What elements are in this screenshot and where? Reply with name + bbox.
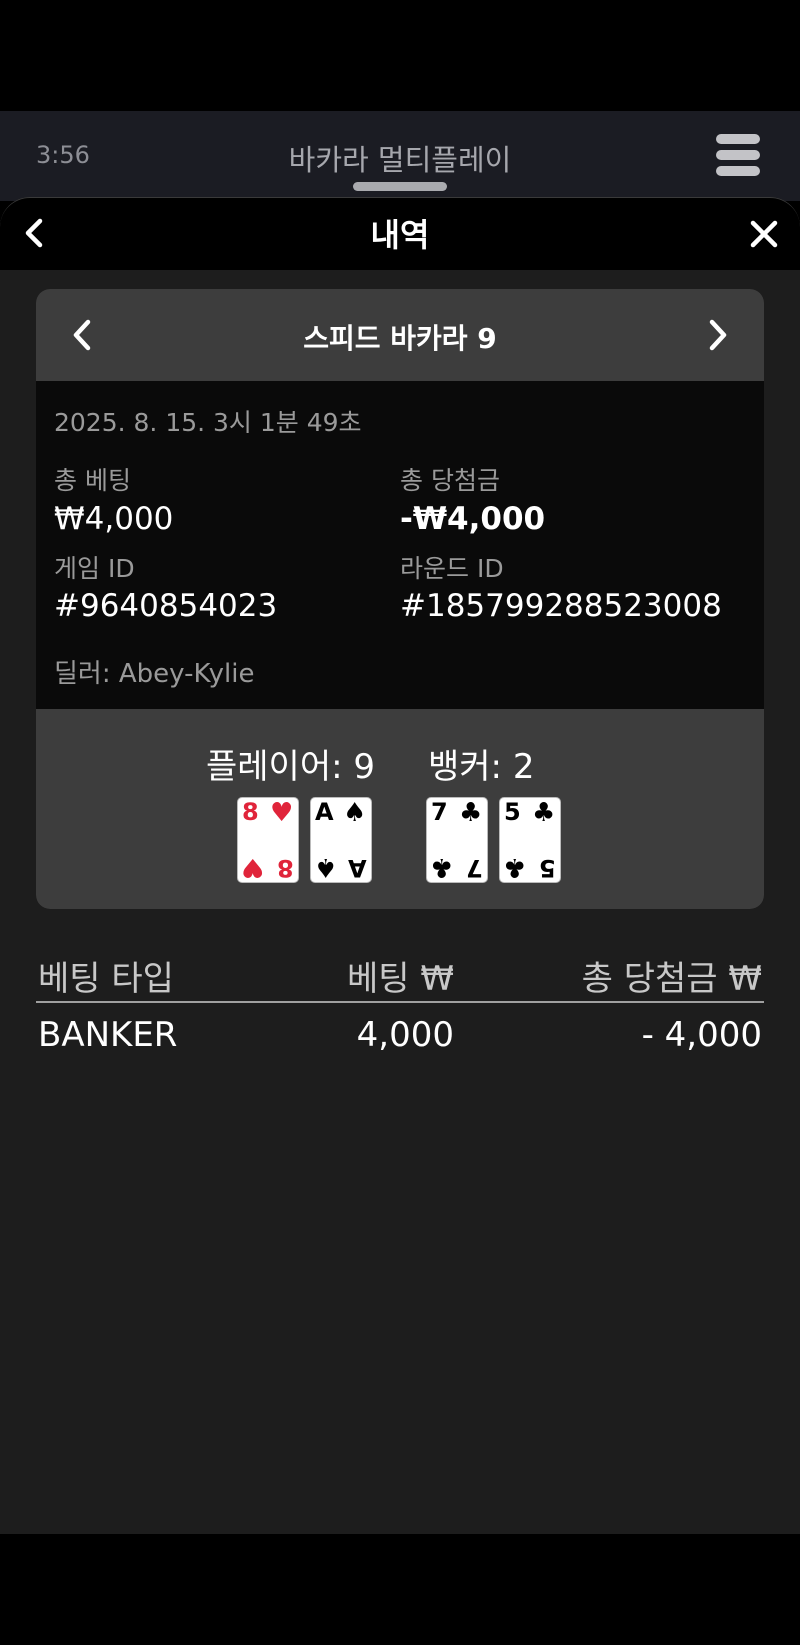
spade-icon: ♠	[314, 852, 338, 882]
close-button[interactable]	[746, 216, 782, 252]
card-rank: A	[315, 798, 334, 826]
status-bar-area	[0, 0, 800, 111]
table-row: BANKER 4,000 - 4,000	[36, 1003, 764, 1067]
card-rank: 7	[466, 854, 483, 882]
hamburger-menu-icon[interactable]	[716, 134, 760, 176]
total-win-label: 총 당첨금	[400, 466, 500, 495]
bets-table: 베팅 타입 베팅 ₩ 총 당첨금 ₩ BANKER 4,000 - 4,000	[36, 947, 764, 1067]
club-icon: ♣	[532, 798, 556, 828]
close-icon	[750, 220, 778, 248]
banker-card-1: 7 ♣ ♣ 7	[426, 797, 488, 883]
total-bet-value: ₩4,000	[54, 501, 174, 537]
heart-icon: ♥	[241, 852, 265, 882]
heart-icon: ♥	[270, 798, 294, 828]
column-header-bet-amount: 베팅 ₩	[347, 959, 454, 999]
app-header: 3:56 바카라 멀티플레이	[0, 111, 800, 201]
card-rank: 5	[539, 854, 556, 882]
total-win-value: -₩4,000	[400, 501, 546, 537]
sheet-header: 내역	[0, 197, 800, 270]
club-icon: ♣	[430, 852, 454, 882]
round-id-label: 라운드 ID	[400, 554, 504, 583]
column-header-total-win: 총 당첨금 ₩	[581, 959, 762, 999]
card-rank: A	[348, 854, 367, 882]
player-card-2: A ♠ ♠ A	[310, 797, 372, 883]
bet-type-cell: BANKER	[38, 1015, 178, 1055]
round-datetime: 2025. 8. 15. 3시 1분 49초	[54, 408, 362, 437]
banker-score: 뱅커: 2	[428, 747, 535, 787]
round-info: 2025. 8. 15. 3시 1분 49초 총 베팅 ₩4,000 총 당첨금…	[36, 381, 764, 709]
bet-amount-cell: 4,000	[356, 1015, 454, 1055]
sheet-drag-handle[interactable]	[353, 182, 447, 191]
total-win-cell: - 4,000	[641, 1015, 762, 1055]
navigation-bar-area	[0, 1534, 800, 1645]
round-id-value: #185799288523008	[400, 588, 722, 624]
column-header-bet-type: 베팅 타입	[38, 959, 174, 999]
card-rank: 8	[277, 854, 294, 882]
history-sheet: 내역 스피드 바카라 9 2025. 8. 15. 3시 1분 49초 총 베팅…	[0, 197, 800, 1534]
card-rank: 5	[504, 798, 521, 826]
spade-icon: ♠	[343, 798, 367, 828]
card-rank: 7	[431, 798, 448, 826]
card-rank: 8	[242, 798, 259, 826]
next-round-button[interactable]	[700, 317, 734, 353]
game-name: 스피드 바카라 9	[303, 322, 497, 355]
round-detail-card: 스피드 바카라 9 2025. 8. 15. 3시 1분 49초 총 베팅 ₩4…	[36, 289, 764, 909]
card-header: 스피드 바카라 9	[36, 289, 764, 381]
dealer-name: 딜러: Abey-Kylie	[54, 659, 255, 689]
game-id-value: #9640854023	[54, 588, 278, 624]
table-header: 베팅 타입 베팅 ₩ 총 당첨금 ₩	[36, 947, 764, 1003]
game-id-label: 게임 ID	[54, 554, 135, 583]
club-icon: ♣	[503, 852, 527, 882]
round-result: 플레이어: 9 뱅커: 2 8 ♥ ♥ 8 A ♠ ♠ A 7 ♣ ♣ 7 5	[36, 709, 764, 909]
chevron-right-icon	[709, 319, 727, 351]
sheet-title: 내역	[370, 216, 430, 254]
player-card-1: 8 ♥ ♥ 8	[237, 797, 299, 883]
player-score: 플레이어: 9	[206, 747, 376, 787]
club-icon: ♣	[459, 798, 483, 828]
app-title: 바카라 멀티플레이	[288, 143, 512, 177]
banker-card-2: 5 ♣ ♣ 5	[499, 797, 561, 883]
total-bet-label: 총 베팅	[54, 466, 131, 495]
